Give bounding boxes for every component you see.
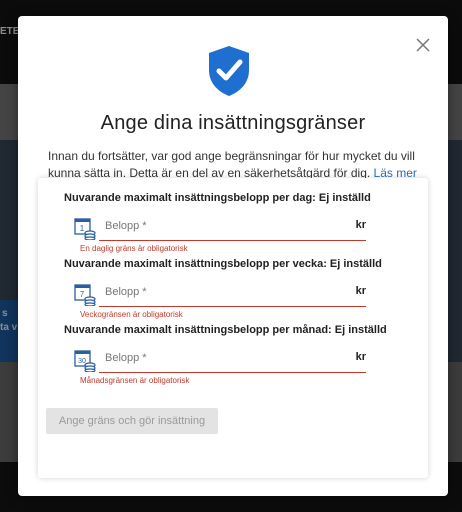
intro-text-block: Innan du fortsätter, var god ange begrän…: [48, 148, 423, 182]
amount-placeholder: Belopp *: [105, 286, 147, 298]
shield-check-icon: [209, 46, 249, 96]
modal-title: Ange dina insättningsgränser: [100, 112, 366, 134]
deposit-limits-modal: Ange dina insättningsgränser Innan du fo…: [18, 16, 448, 496]
close-icon[interactable]: [414, 36, 432, 54]
weekly-limit-label: Nuvarande maximalt insättningsbelopp per…: [64, 258, 382, 270]
monthly-amount-input[interactable]: Belopp * kr: [99, 346, 366, 373]
calendar-coin-icon: 30: [74, 350, 96, 372]
amount-placeholder: Belopp *: [105, 220, 147, 232]
daily-limit-label: Nuvarande maximalt insättningsbelopp per…: [64, 192, 371, 204]
monthly-limit-field[interactable]: 30 Belopp * kr: [74, 346, 366, 374]
calendar-number: 1: [80, 224, 85, 233]
currency-label: kr: [355, 219, 366, 231]
weekly-limit-field[interactable]: 7 Belopp * kr: [74, 280, 366, 308]
weekly-amount-input[interactable]: Belopp * kr: [99, 280, 366, 307]
daily-limit-error: En daglig gräns är obligatorisk: [80, 244, 188, 253]
intro-text: Innan du fortsätter, var god ange begrän…: [48, 149, 415, 180]
limit-group-weekly: Nuvarande maximalt insättningsbelopp per…: [64, 258, 404, 319]
calendar-number: 7: [80, 290, 85, 299]
weekly-limit-error: Veckogränsen är obligatorisk: [80, 310, 183, 319]
calendar-coin-icon: 1: [74, 218, 96, 240]
limit-group-monthly: Nuvarande maximalt insättningsbelopp per…: [64, 324, 404, 385]
limit-group-daily: Nuvarande maximalt insättningsbelopp per…: [64, 192, 404, 253]
monthly-limit-label: Nuvarande maximalt insättningsbelopp per…: [64, 324, 387, 336]
daily-limit-field[interactable]: 1 Belopp * kr: [74, 214, 366, 242]
amount-placeholder: Belopp *: [105, 352, 147, 364]
currency-label: kr: [355, 351, 366, 363]
daily-amount-input[interactable]: Belopp * kr: [99, 214, 366, 241]
currency-label: kr: [355, 285, 366, 297]
monthly-limit-error: Månadsgränsen är obligatorisk: [80, 376, 190, 385]
submit-limit-button[interactable]: Ange gräns och gör insättning: [46, 408, 218, 434]
calendar-coin-icon: 7: [74, 284, 96, 306]
